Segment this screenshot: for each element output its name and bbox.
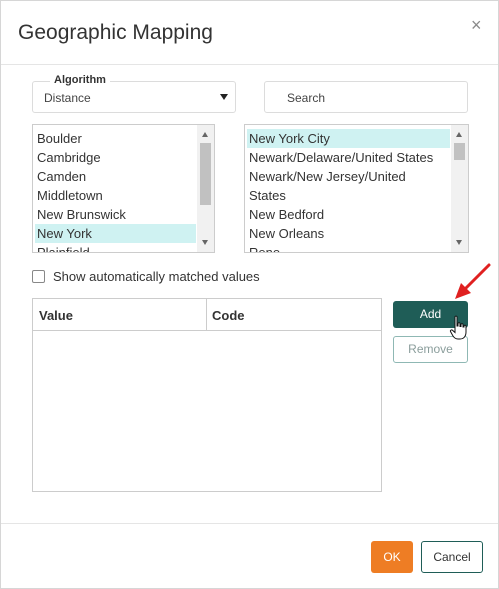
column-header-value[interactable]: Value	[39, 308, 73, 323]
search-placeholder: Search	[287, 91, 326, 105]
scroll-thumb[interactable]	[200, 143, 211, 205]
list-item[interactable]: New Bedford	[247, 205, 450, 224]
scroll-down-icon[interactable]	[202, 240, 208, 245]
caret-down-icon[interactable]	[220, 94, 228, 100]
list-item[interactable]: Boulder	[35, 129, 196, 148]
target-list-scrollbar[interactable]	[451, 125, 468, 252]
list-item[interactable]: New Brunswick	[35, 205, 196, 224]
algorithm-label: Algorithm	[50, 74, 110, 86]
list-item[interactable]: Plainfield	[35, 243, 196, 252]
algorithm-selected-value: Distance	[44, 91, 91, 105]
list-item[interactable]: Reno	[247, 243, 450, 252]
list-item-selected[interactable]: New York	[35, 224, 196, 243]
list-item[interactable]: Cambridge	[35, 148, 196, 167]
scroll-down-icon[interactable]	[456, 240, 462, 245]
source-values-list[interactable]: Boulder Cambridge Camden Middletown New …	[32, 124, 215, 253]
red-arrow-icon	[455, 263, 491, 299]
dialog-title: Geographic Mapping	[18, 21, 213, 44]
algorithm-select[interactable]: Algorithm Distance	[32, 74, 236, 113]
list-item-selected[interactable]: New York City	[247, 129, 450, 148]
scroll-thumb[interactable]	[454, 143, 465, 160]
ok-button[interactable]: OK	[371, 541, 413, 573]
target-values-list[interactable]: New York City Newark/Delaware/United Sta…	[244, 124, 469, 253]
column-header-code[interactable]: Code	[212, 308, 245, 323]
scroll-up-icon[interactable]	[202, 132, 208, 137]
dialog-header: Geographic Mapping ×	[1, 1, 498, 65]
column-divider	[206, 299, 207, 330]
cancel-button[interactable]: Cancel	[421, 541, 483, 573]
show-auto-matched-checkbox[interactable]	[32, 270, 45, 283]
hand-cursor-icon	[449, 315, 467, 340]
list-item[interactable]: New Orleans	[247, 224, 450, 243]
source-list-scrollbar[interactable]	[197, 125, 214, 252]
mapping-table: Value Code	[32, 298, 382, 492]
show-auto-matched-label: Show automatically matched values	[53, 269, 260, 284]
footer-divider	[1, 523, 498, 524]
list-item[interactable]: States	[247, 186, 450, 205]
close-icon[interactable]: ×	[471, 16, 482, 34]
list-item[interactable]: Camden	[35, 167, 196, 186]
mapping-table-header: Value Code	[33, 299, 381, 331]
list-item[interactable]: Middletown	[35, 186, 196, 205]
list-item[interactable]: Newark/Delaware/United States	[247, 148, 450, 167]
list-item[interactable]: Newark/New Jersey/United	[247, 167, 450, 186]
geographic-mapping-dialog: Geographic Mapping × Algorithm Distance …	[0, 0, 499, 589]
scroll-up-icon[interactable]	[456, 132, 462, 137]
search-input[interactable]: Search	[264, 81, 468, 113]
